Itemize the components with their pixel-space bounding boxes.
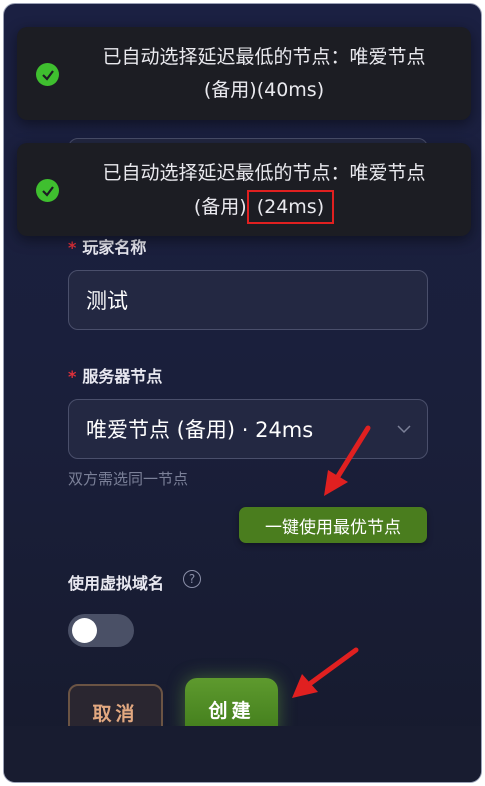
virtual-domain-toggle[interactable] <box>68 614 134 647</box>
node-hint: 双方需选同一节点 <box>68 470 189 488</box>
annotation-arrow-icon <box>324 425 371 496</box>
required-mark: * <box>68 238 77 257</box>
virtual-domain-label: 使用虚拟域名 <box>68 574 165 593</box>
chevron-down-icon <box>397 425 411 434</box>
toast-line1: 已自动选择延迟最低的节点：唯爱节点 <box>102 46 426 68</box>
toast-notification: 已自动选择延迟最低的节点：唯爱节点 (备用)(40ms) <box>17 27 471 120</box>
toast-notification: 已自动选择延迟最低的节点：唯爱节点 (备用) (24ms) <box>17 143 471 236</box>
success-check-icon <box>36 63 59 86</box>
help-icon[interactable]: ? <box>183 570 201 588</box>
required-mark: * <box>68 367 77 386</box>
toast-line1: 已自动选择延迟最低的节点：唯爱节点 <box>102 162 426 184</box>
player-name-label: * 玩家名称 <box>68 238 147 257</box>
toast-line2: (备用) (24ms) <box>77 190 451 224</box>
latency-highlight: (24ms) <box>246 190 335 224</box>
create-room-dialog: * 玩家名称 测试 * 服务器节点 唯爱节点 (备用) · 24ms 双方需选同一节… <box>3 3 482 783</box>
dialog-footer <box>4 726 481 782</box>
success-check-icon <box>36 179 59 202</box>
player-name-input[interactable]: 测试 <box>68 270 428 330</box>
use-optimal-node-button[interactable]: 一键使用最优节点 <box>239 507 427 543</box>
server-node-label: * 服务器节点 <box>68 367 163 386</box>
toggle-knob <box>72 618 97 643</box>
toast-line2: (备用)(40ms) <box>203 79 325 101</box>
annotation-arrow-icon <box>292 647 359 698</box>
